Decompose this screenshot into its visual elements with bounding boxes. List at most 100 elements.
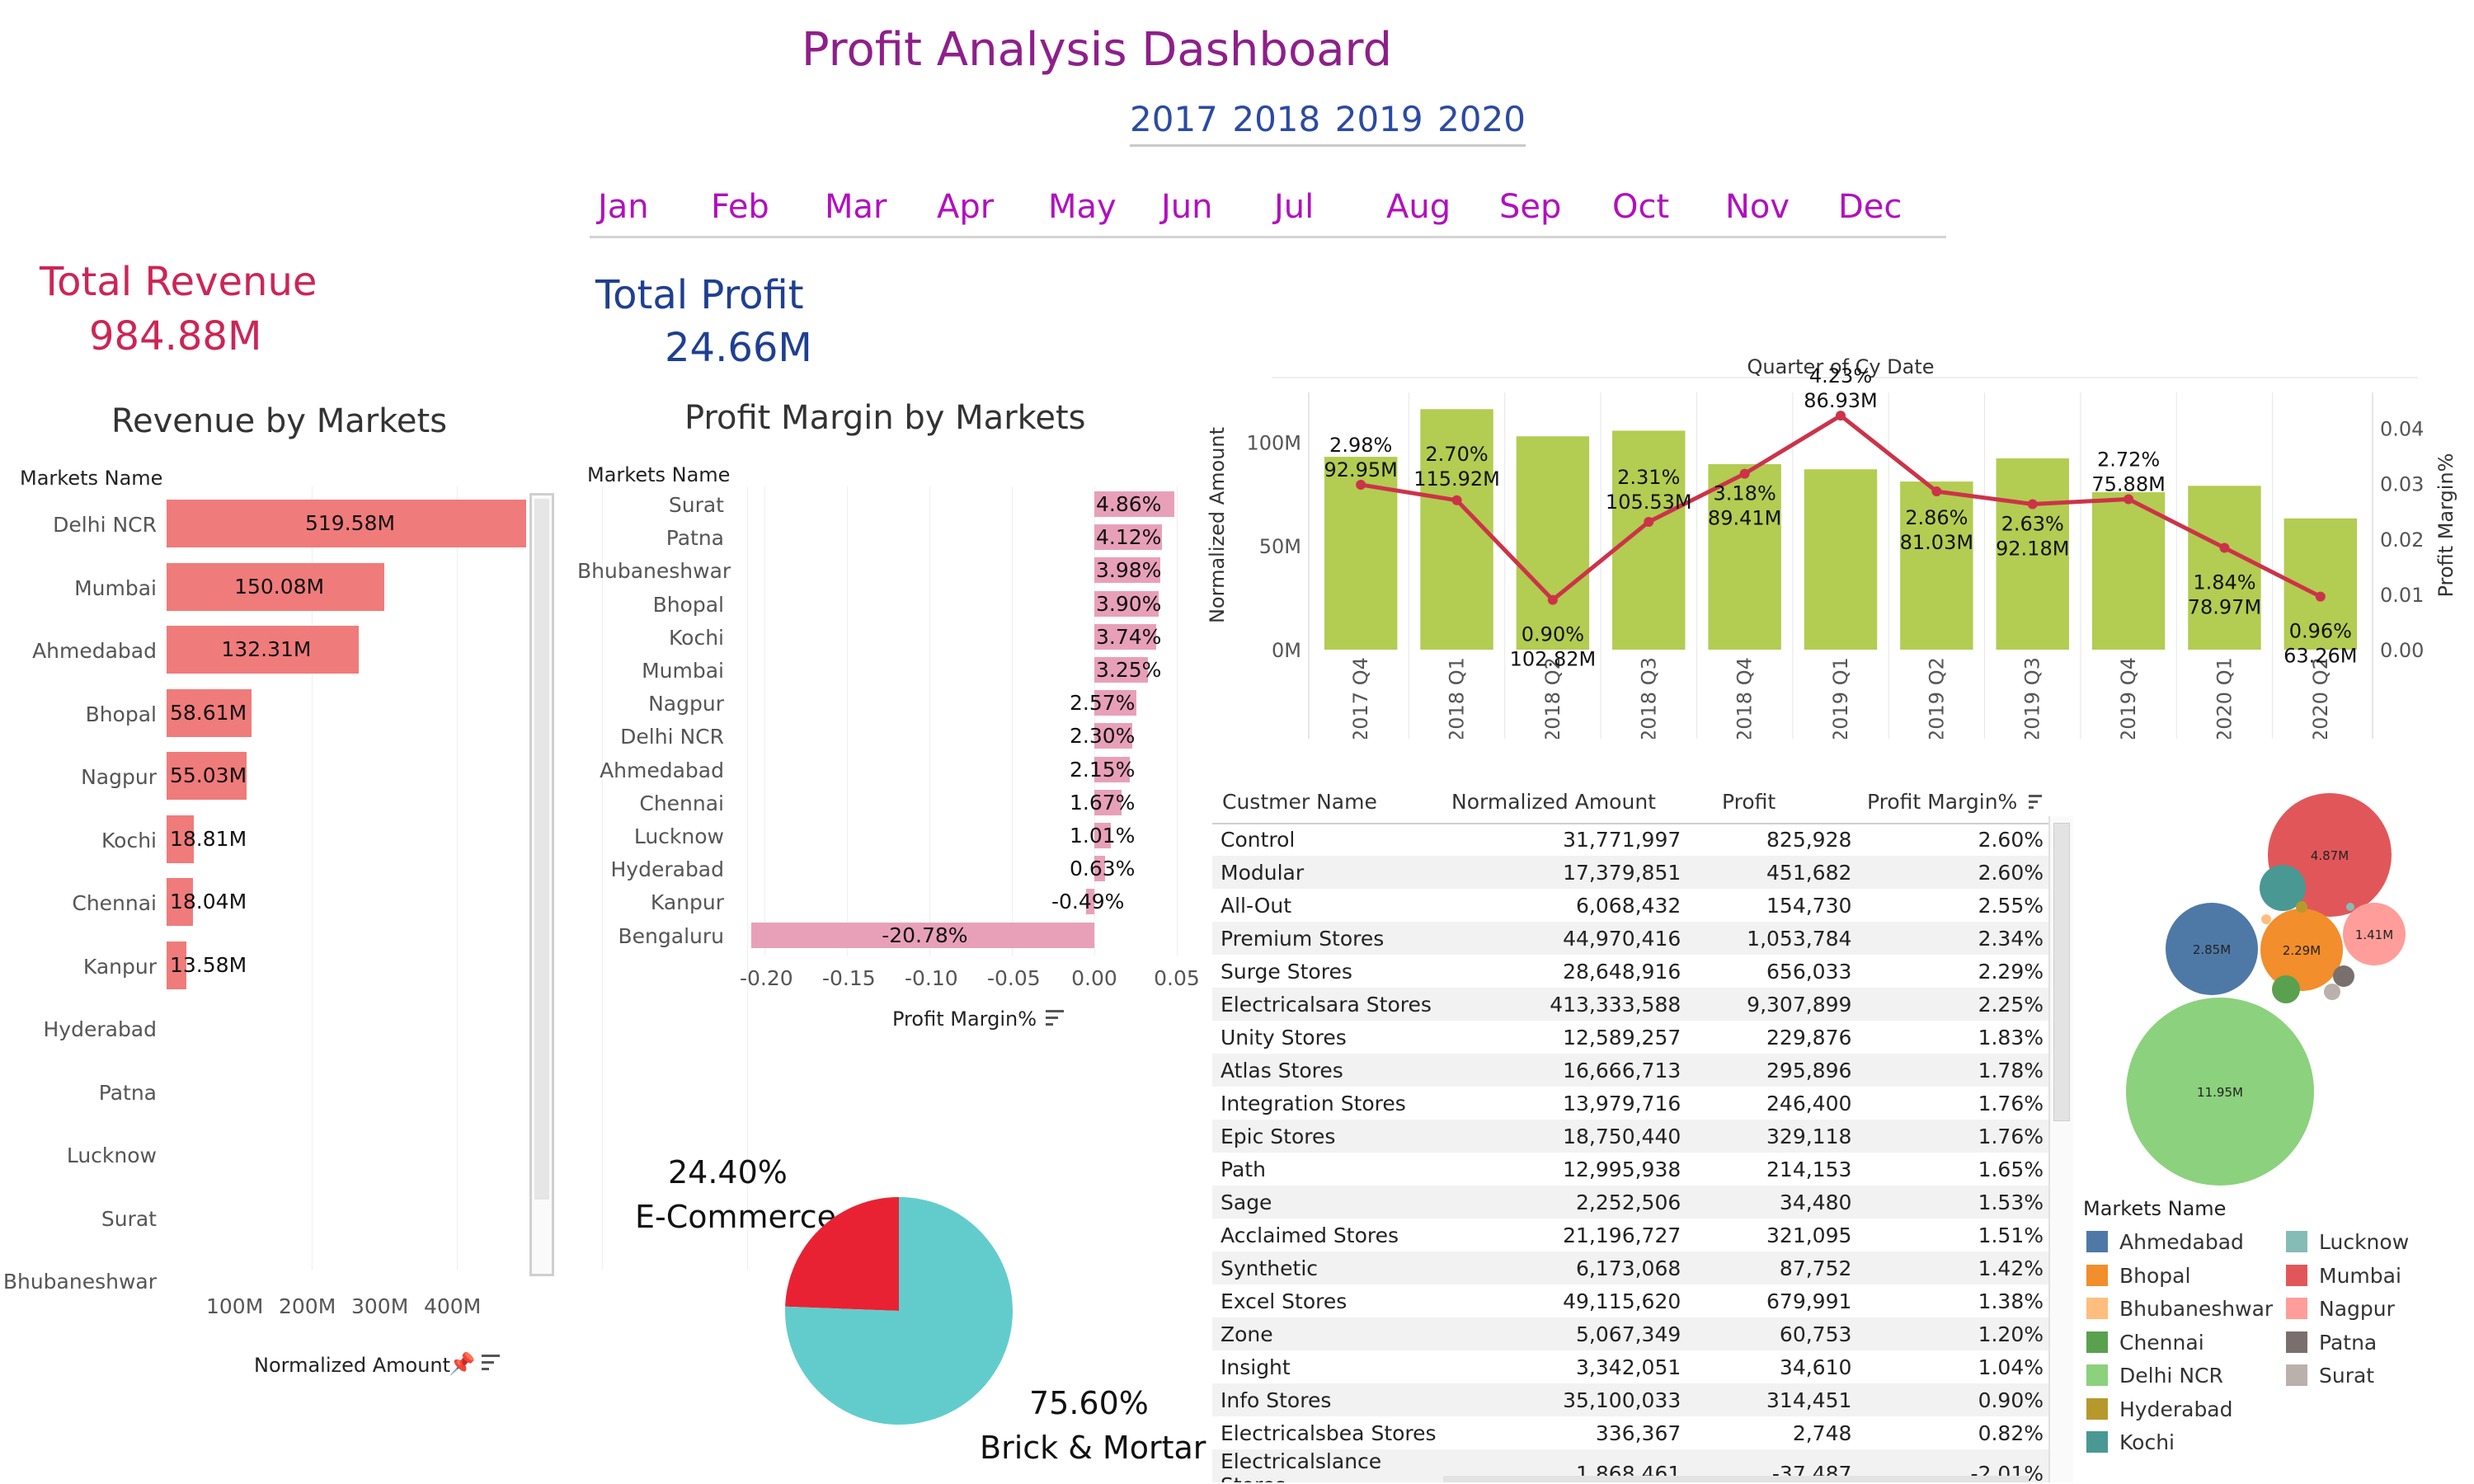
- bubble-legend-title: Markets Name: [2083, 1197, 2227, 1220]
- quarterly-bar[interactable]: [1804, 469, 1878, 650]
- profit-margin-tick: -0.20: [740, 966, 793, 990]
- table-row[interactable]: Control 31,771,997 825,928 2.60%: [1212, 823, 2048, 856]
- month-filter-oct[interactable]: Oct: [1612, 188, 1669, 226]
- quarterly-margin-label: 2.72%: [2097, 448, 2160, 471]
- revenue-market-label: Surat: [101, 1206, 157, 1231]
- table-row[interactable]: Acclaimed Stores 21,196,727 321,095 1.51%: [1212, 1219, 2048, 1252]
- profit-margin-cell: 2.60%: [1856, 856, 2048, 889]
- year-filter-2020[interactable]: 2020: [1437, 99, 1526, 139]
- table-row[interactable]: Zone 5,067,349 60,753 1.20%: [1212, 1317, 2048, 1350]
- table-row[interactable]: Premium Stores 44,970,416 1,053,784 2.34%: [1212, 922, 2048, 955]
- profit-margin-point[interactable]: [1644, 516, 1654, 527]
- profit-margin-point[interactable]: [2027, 499, 2038, 510]
- profit-margin-point[interactable]: [2315, 591, 2326, 602]
- table-row[interactable]: Sage 2,252,506 34,480 1.53%: [1212, 1186, 2048, 1219]
- profit-margin-tick: -0.15: [822, 966, 876, 990]
- table-row[interactable]: Modular 17,379,851 451,682 2.60%: [1212, 856, 2048, 889]
- month-filter-may[interactable]: May: [1048, 188, 1117, 226]
- profit-margin-point[interactable]: [2219, 542, 2230, 553]
- profit-margin-cell: 2.55%: [1978, 893, 2044, 918]
- table-row[interactable]: Synthetic 6,173,068 87,752 1.42%: [1212, 1252, 2048, 1284]
- quarterly-bar[interactable]: [2188, 486, 2261, 650]
- normalized-amount-cell: 21,196,727: [1563, 1223, 1681, 1247]
- customer-table-hscrollbar[interactable]: [1443, 1476, 2029, 1482]
- table-row[interactable]: Atlas Stores 16,666,713 295,896 1.78%: [1212, 1054, 2048, 1087]
- quarterly-left-tick: 0M: [1272, 639, 1301, 662]
- customer-name-cell: Insight: [1221, 1355, 1291, 1379]
- table-row[interactable]: Path 12,995,938 214,153 1.65%: [1212, 1153, 2048, 1186]
- month-filter-dec[interactable]: Dec: [1838, 188, 1902, 226]
- table-row[interactable]: Surge Stores 28,648,916 656,033 2.29%: [1212, 955, 2048, 988]
- pin-icon[interactable]: 📌: [449, 1352, 475, 1377]
- month-filter-aug[interactable]: Aug: [1386, 188, 1451, 226]
- table-row[interactable]: Unity Stores 12,589,257 229,876 1.83%: [1212, 1021, 2048, 1054]
- legend-item-bhopal[interactable]: Bhopal: [2086, 1264, 2190, 1288]
- profit-margin-point[interactable]: [1547, 594, 1558, 605]
- col-profit[interactable]: Profit: [1722, 790, 1776, 814]
- table-row[interactable]: Excel Stores 49,115,620 679,991 1.38%: [1212, 1284, 2048, 1317]
- month-filter-sep[interactable]: Sep: [1499, 188, 1561, 226]
- quarterly-margin-label: 3.18%: [1714, 482, 1776, 505]
- profit-margin-cell: 1.20%: [1856, 1317, 2048, 1350]
- legend-item-mumbai[interactable]: Mumbai: [2286, 1264, 2401, 1288]
- bubble-lucknow[interactable]: [2346, 903, 2354, 911]
- legend-item-chennai[interactable]: Chennai: [2086, 1331, 2204, 1355]
- profit-margin-point[interactable]: [1739, 468, 1750, 479]
- normalized-amount-cell: 3,342,051: [1576, 1355, 1681, 1379]
- month-filter-jan[interactable]: Jan: [598, 188, 649, 226]
- pie-ecommerce-pct: 24.40%: [668, 1154, 788, 1190]
- legend-item-patna[interactable]: Patna: [2286, 1331, 2377, 1355]
- bubble-chennai[interactable]: [2272, 975, 2300, 1003]
- quarterly-amount-label: 86.93M: [1804, 389, 1877, 412]
- sort-icon[interactable]: [1046, 1007, 1065, 1027]
- legend-item-kochi[interactable]: Kochi: [2086, 1430, 2175, 1454]
- customer-table-scrollbar-thumb[interactable]: [2053, 823, 2070, 1121]
- customer-name-cell: Zone: [1212, 1317, 1444, 1350]
- table-row[interactable]: Epic Stores 18,750,440 329,118 1.76%: [1212, 1120, 2048, 1153]
- month-filter-jun[interactable]: Jun: [1161, 188, 1213, 226]
- bubble-surat[interactable]: [2324, 984, 2340, 1000]
- table-row[interactable]: Electricalsara Stores 413,333,588 9,307,89…: [1212, 988, 2048, 1021]
- year-filter-2017[interactable]: 2017: [1130, 99, 1218, 139]
- bubble-patna[interactable]: [2333, 965, 2354, 987]
- sort-icon[interactable]: [482, 1352, 501, 1372]
- table-row[interactable]: Insight 3,342,051 34,610 1.04%: [1212, 1350, 2048, 1383]
- table-row[interactable]: Integration Stores 13,979,716 246,400 1.76%: [1212, 1087, 2048, 1120]
- legend-item-nagpur[interactable]: Nagpur: [2286, 1297, 2395, 1321]
- legend-item-bhubaneshwar[interactable]: Bhubaneshwar: [2086, 1297, 2273, 1321]
- profit-cell: 87,752: [1686, 1252, 1857, 1284]
- pie-slice-e-commerce[interactable]: [785, 1197, 899, 1311]
- legend-item-ahmedabad[interactable]: Ahmedabad: [2086, 1230, 2244, 1254]
- legend-item-lucknow[interactable]: Lucknow: [2286, 1230, 2409, 1254]
- table-row[interactable]: Electricalsbea Stores 336,367 2,748 0.82%: [1212, 1416, 2048, 1449]
- revenue-bar-label: 58.61M: [170, 700, 247, 725]
- revenue-scrollbar[interactable]: [529, 493, 554, 1276]
- sort-icon[interactable]: [2029, 793, 2042, 809]
- table-row[interactable]: Info Stores 35,100,033 314,451 0.90%: [1212, 1383, 2048, 1416]
- profit-margin-point[interactable]: [1451, 495, 1462, 505]
- bubble-bhubaneshwar[interactable]: [2261, 914, 2271, 924]
- profit-margin-point[interactable]: [1931, 486, 1942, 497]
- month-filter-mar[interactable]: Mar: [825, 188, 887, 226]
- profit-margin-cell: 1.42%: [1856, 1252, 2048, 1284]
- month-filter-feb[interactable]: Feb: [711, 188, 769, 226]
- legend-item-surat[interactable]: Surat: [2286, 1364, 2374, 1388]
- bubble-hyderabad[interactable]: [2296, 901, 2307, 913]
- quarterly-bar[interactable]: [2091, 492, 2166, 650]
- quarterly-bar[interactable]: [1516, 436, 1590, 650]
- year-filter-2019[interactable]: 2019: [1335, 99, 1423, 139]
- col-normalized-amount[interactable]: Normalized Amount: [1451, 790, 1656, 814]
- col-customer-name[interactable]: Custmer Name: [1222, 790, 1377, 814]
- month-filter-jul[interactable]: Jul: [1274, 188, 1314, 226]
- table-row[interactable]: All-Out 6,068,432 154,730 2.55%: [1212, 889, 2048, 922]
- legend-item-delhi-ncr[interactable]: Delhi NCR: [2086, 1364, 2223, 1388]
- revenue-scrollbar-thumb[interactable]: [534, 499, 549, 1200]
- month-filter-apr[interactable]: Apr: [937, 188, 994, 226]
- legend-item-hyderabad[interactable]: Hyderabad: [2086, 1397, 2233, 1421]
- customer-table-scrollbar[interactable]: [2048, 816, 2073, 1482]
- profit-margin-bar-label: 4.86%: [1096, 492, 1162, 516]
- month-filter-nov[interactable]: Nov: [1725, 188, 1790, 226]
- year-filter-2018[interactable]: 2018: [1232, 99, 1320, 139]
- col-profit-margin[interactable]: Profit Margin%: [1867, 790, 2017, 814]
- profit-margin-bar-label: 2.30%: [1070, 724, 1136, 749]
